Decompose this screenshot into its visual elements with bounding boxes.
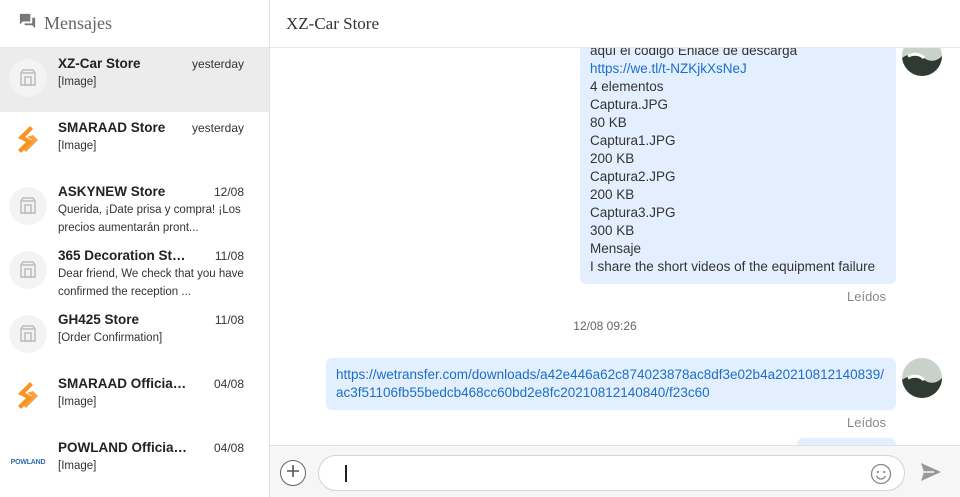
conversation-snippet: [Image] (58, 140, 97, 152)
download-link[interactable]: https://we.tl/t-NZKjkXsNeJ (590, 60, 886, 78)
conversation-date: yesterday (191, 121, 244, 135)
read-status: Leídos (847, 289, 887, 304)
message-line: 200 KB (590, 187, 635, 202)
user-avatar (902, 48, 942, 76)
chat-panel: XZ-Car Store aquí el código Enlace de de… (270, 0, 960, 497)
message-line: Mensaje (590, 241, 642, 256)
conversation-date: yesterday (191, 57, 244, 71)
message-line: Captura.JPG (590, 97, 669, 112)
emoji-button[interactable] (870, 463, 892, 485)
smiley-icon (870, 463, 892, 485)
add-attachment-button[interactable] (280, 460, 306, 486)
conversation-item[interactable]: 365 Decoration Store 11/08 Dear friend, … (0, 240, 269, 304)
message-timestamp: 12/08 09:26 (573, 319, 637, 333)
conversation-name: POWLAND Official S... (58, 440, 188, 455)
conversation-snippet: Dear friend, We check that you have conf… (58, 268, 244, 298)
wetransfer-link[interactable]: https://wetransfer.com/downloads/a42e446… (336, 366, 886, 402)
conversation-item[interactable]: SMARAAD Official S... 04/08 [Image] (0, 368, 269, 432)
conversation-name: GH425 Store (58, 312, 140, 327)
chat-title: XZ-Car Store (286, 13, 380, 33)
conversation-name: XZ-Car Store (58, 56, 141, 71)
message-line: 80 KB (590, 115, 627, 130)
conversation-name: SMARAAD Official S... (58, 376, 188, 391)
conversation-item[interactable]: POWLAND POWLAND Official S... 04/08 [Ima… (0, 432, 269, 496)
text-caret (345, 465, 347, 482)
conversation-sidebar: Mensajes XZ-Car Store yesterday [Image] … (0, 0, 270, 497)
sidebar-title: Mensajes (44, 13, 112, 33)
message-list[interactable]: aquí el código Enlace de descarga https:… (270, 48, 960, 445)
conversation-item[interactable]: SMARAAD Store yesterday [Image] (0, 112, 269, 176)
conversation-item[interactable]: XZ-Car Store yesterday [Image] (0, 48, 269, 112)
message-line: Captura2.JPG (590, 169, 676, 184)
powland-logo-text: POWLAND (10, 458, 46, 466)
message-bubble: https://wetransfer.com/downloads/a42e446… (326, 358, 896, 410)
conversation-name: SMARAAD Store (58, 120, 166, 135)
message-line: 200 KB (590, 151, 635, 166)
message-line: 300 KB (590, 223, 635, 238)
store-icon (9, 187, 47, 225)
store-icon (9, 59, 47, 97)
message-composer (270, 445, 960, 497)
conversation-snippet: Querida, ¡Date prisa y compra! ¡Los prec… (58, 204, 241, 234)
user-avatar (902, 358, 942, 398)
message-input[interactable] (337, 464, 857, 484)
message-bubble: aquí el código Enlace de descarga https:… (580, 48, 896, 284)
message-line: Captura1.JPG (590, 133, 676, 148)
conversation-date: 12/08 (213, 185, 244, 199)
conversation-snippet: [Image] (58, 396, 97, 408)
read-status: Leídos (847, 415, 887, 430)
conversation-date: 11/08 (214, 249, 244, 263)
plus-icon (286, 464, 300, 483)
chat-bubbles-icon (18, 12, 37, 36)
conversation-snippet: [Image] (58, 76, 97, 88)
conversation-name: 365 Decoration Store (58, 248, 188, 263)
powland-logo-icon: POWLAND (9, 443, 47, 481)
conversation-item[interactable]: GH425 Store 11/08 [Order Confirmation] (0, 304, 269, 368)
conversation-name: ASKYNEW Store (58, 184, 166, 199)
sidebar-header: Mensajes (0, 0, 269, 48)
message-input-box[interactable] (318, 455, 905, 491)
send-button[interactable] (920, 462, 942, 482)
conversation-date: 04/08 (213, 441, 244, 455)
conversation-snippet: [Image] (58, 460, 97, 472)
send-icon (921, 463, 941, 481)
chat-header: XZ-Car Store (270, 0, 960, 48)
smaraad-logo-icon (9, 379, 47, 417)
conversation-date: 11/08 (214, 313, 244, 327)
store-icon (9, 251, 47, 289)
smaraad-logo-icon (9, 123, 47, 161)
message-line: I share the short videos of the equipmen… (590, 259, 876, 274)
conversation-date: 04/08 (213, 377, 244, 391)
message-bubble-partial (797, 438, 896, 445)
conversation-snippet: [Order Confirmation] (58, 332, 163, 344)
message-line: Captura3.JPG (590, 205, 676, 220)
message-line: 4 elementos (590, 79, 664, 94)
conversation-item[interactable]: ASKYNEW Store 12/08 Querida, ¡Date prisa… (0, 176, 269, 240)
message-line: aquí el código Enlace de descarga (590, 48, 798, 58)
store-icon (9, 315, 47, 353)
